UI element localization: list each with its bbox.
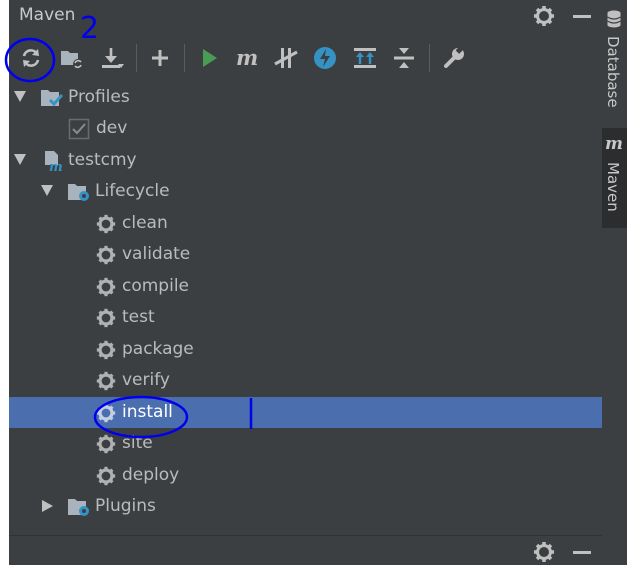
gear-icon bbox=[95, 307, 117, 329]
tree-row-goal[interactable]: verify bbox=[9, 365, 602, 396]
goal-label: compile bbox=[122, 276, 190, 296]
tree-row-goal[interactable]: clean bbox=[9, 208, 602, 239]
tree-row-goal[interactable]: validate bbox=[9, 239, 602, 270]
right-tool-strip: Database m Maven bbox=[602, 0, 627, 565]
database-icon bbox=[606, 10, 622, 32]
expand-arrow-icon[interactable] bbox=[14, 91, 26, 102]
tree-row-goal[interactable]: test bbox=[9, 302, 602, 333]
settings-wrench-icon[interactable] bbox=[440, 44, 468, 72]
collapse-arrow-icon[interactable] bbox=[42, 500, 53, 512]
tool-window-footer bbox=[9, 535, 602, 566]
goal-label: package bbox=[122, 339, 194, 359]
expand-arrow-icon[interactable] bbox=[14, 154, 26, 165]
toolbar-separator bbox=[136, 44, 137, 72]
maven-tool-window: Maven m Profiles dev m testcmy Lifecycle… bbox=[9, 0, 602, 565]
database-tab[interactable]: Database bbox=[602, 0, 627, 118]
goal-label: verify bbox=[122, 370, 170, 390]
goal-label: clean bbox=[122, 213, 168, 233]
dev-checkbox[interactable] bbox=[68, 118, 90, 140]
tree-row-dev[interactable]: dev bbox=[9, 113, 602, 144]
database-tab-label: Database bbox=[604, 36, 622, 108]
gear-icon bbox=[95, 370, 117, 392]
skip-tests-icon[interactable] bbox=[272, 44, 300, 72]
maven-tab[interactable]: m Maven bbox=[602, 128, 627, 228]
goal-label: deploy bbox=[122, 465, 180, 485]
tree-row-goal-selected[interactable]: install bbox=[9, 397, 602, 428]
add-project-icon[interactable] bbox=[58, 44, 86, 72]
tree-row-profiles[interactable]: Profiles bbox=[9, 82, 602, 113]
lifecycle-folder-icon bbox=[67, 181, 89, 203]
reload-icon[interactable] bbox=[17, 44, 45, 72]
plus-icon[interactable] bbox=[146, 44, 174, 72]
project-label: testcmy bbox=[68, 150, 137, 170]
toolbar-separator bbox=[184, 44, 185, 72]
tool-window-title: Maven bbox=[19, 5, 76, 25]
gear-icon bbox=[95, 339, 117, 361]
profiles-label: Profiles bbox=[68, 87, 130, 107]
maven-project-icon: m bbox=[42, 150, 64, 175]
svg-text:m: m bbox=[236, 45, 258, 70]
goal-label: test bbox=[122, 307, 155, 327]
goal-label: validate bbox=[122, 244, 191, 264]
tree-row-goal[interactable]: deploy bbox=[9, 460, 602, 491]
minimize-icon[interactable] bbox=[570, 540, 594, 564]
profiles-folder-icon bbox=[40, 87, 64, 109]
tool-window-header: Maven bbox=[9, 0, 602, 34]
show-dependencies-icon[interactable] bbox=[351, 44, 379, 72]
collapse-all-icon[interactable] bbox=[390, 44, 418, 72]
tree-row-goal[interactable]: package bbox=[9, 334, 602, 365]
gear-icon bbox=[95, 465, 117, 487]
tree-row-goal[interactable]: compile bbox=[9, 271, 602, 302]
run-icon[interactable] bbox=[195, 44, 223, 72]
toolbar-separator bbox=[429, 44, 430, 72]
dev-label: dev bbox=[96, 118, 128, 138]
maven-tab-label: Maven bbox=[604, 162, 622, 212]
goal-label: site bbox=[122, 433, 153, 453]
maven-toolbar: m bbox=[9, 36, 602, 80]
tree-row-plugins[interactable]: Plugins bbox=[9, 491, 602, 522]
plugins-folder-icon bbox=[67, 496, 89, 518]
gear-icon bbox=[95, 402, 117, 424]
lifecycle-label: Lifecycle bbox=[95, 181, 170, 201]
goal-label: install bbox=[122, 402, 173, 422]
offline-icon[interactable] bbox=[311, 44, 339, 72]
gear-icon bbox=[95, 433, 117, 455]
gear-icon bbox=[95, 244, 117, 266]
tree-row-lifecycle[interactable]: Lifecycle bbox=[9, 176, 602, 207]
gear-icon[interactable] bbox=[532, 540, 556, 564]
maven-goal-icon[interactable]: m bbox=[234, 44, 262, 72]
maven-tab-icon: m bbox=[605, 134, 623, 154]
gear-icon bbox=[95, 276, 117, 298]
expand-arrow-icon[interactable] bbox=[41, 185, 53, 196]
svg-text:m: m bbox=[49, 160, 63, 172]
gear-icon bbox=[95, 213, 117, 235]
download-icon[interactable] bbox=[98, 44, 126, 72]
plugins-label: Plugins bbox=[95, 496, 156, 516]
gear-icon[interactable] bbox=[532, 4, 556, 28]
tree-row-project[interactable]: m testcmy bbox=[9, 145, 602, 176]
minimize-icon[interactable] bbox=[570, 4, 594, 28]
tree-row-goal[interactable]: site bbox=[9, 428, 602, 459]
